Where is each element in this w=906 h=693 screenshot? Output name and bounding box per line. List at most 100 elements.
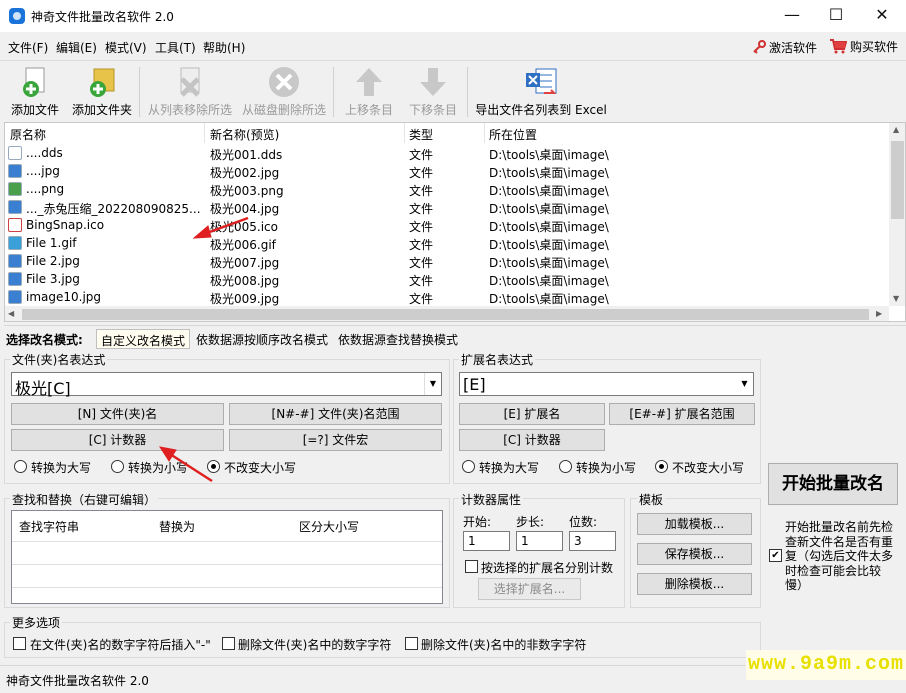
- ext-lowercase-radio[interactable]: [559, 460, 572, 473]
- column-location[interactable]: 所在位置: [489, 126, 537, 143]
- dropdown-arrow-icon[interactable]: ▼: [424, 373, 441, 395]
- table-row[interactable]: ....dds 极光001.dds 文件 D:\tools\桌面\image\: [5, 144, 889, 162]
- move-down-button[interactable]: 下移条目: [404, 61, 462, 121]
- dropdown-arrow-icon[interactable]: ▼: [736, 373, 753, 395]
- insert-ext-button[interactable]: [E] 扩展名: [459, 403, 605, 425]
- table-row[interactable]: ..._赤兔压缩_202208090825... 极光004.jpg 文件 D:\to…: [5, 198, 889, 216]
- column-new-name[interactable]: 新名称(预览): [210, 126, 279, 143]
- jpg-file-icon: [8, 290, 22, 304]
- scroll-thumb[interactable]: [891, 141, 904, 219]
- insert-macro-button[interactable]: [=?] 文件宏: [229, 429, 442, 451]
- insert-name-range-button[interactable]: [N#-#] 文件(夹)名范围: [229, 403, 442, 425]
- add-file-button[interactable]: 添加文件: [6, 61, 64, 121]
- vertical-scrollbar[interactable]: ▲ ▼: [889, 123, 905, 306]
- add-file-label: 添加文件: [10, 103, 59, 117]
- hscroll-thumb[interactable]: [22, 309, 869, 320]
- ext-keepcase-label: 不改变大小写: [672, 461, 745, 475]
- table-row[interactable]: image10.jpg 极光009.jpg 文件 D:\tools\桌面\image\: [5, 288, 889, 306]
- cell-location: D:\tools\桌面\image\: [489, 148, 609, 162]
- table-row[interactable]: BingSnap.ico 极光005.ico 文件 D:\tools\桌面\image…: [5, 216, 889, 234]
- find-column-header[interactable]: 查找字符串: [19, 518, 79, 535]
- scroll-right-arrow-icon[interactable]: ▶: [876, 309, 882, 318]
- cell-type: 文件: [409, 220, 434, 234]
- delete-from-disk-button[interactable]: 从磁盘删除所选: [240, 61, 328, 121]
- column-original-name[interactable]: 原名称: [10, 126, 46, 143]
- move-up-button[interactable]: 上移条目: [340, 61, 398, 121]
- menu-edit[interactable]: 编辑(E): [56, 39, 97, 56]
- column-type[interactable]: 类型: [409, 126, 433, 143]
- load-template-button[interactable]: 加载模板...: [637, 513, 752, 535]
- table-row[interactable]: File 2.jpg 极光007.jpg 文件 D:\tools\桌面\image\: [5, 252, 889, 270]
- scroll-up-arrow-icon[interactable]: ▲: [893, 125, 899, 134]
- add-folder-label: 添加文件夹: [71, 103, 132, 117]
- cell-location: D:\tools\桌面\image\: [489, 256, 609, 270]
- file-list[interactable]: 原名称 新名称(预览) 类型 所在位置 ....dds 极光001.dds 文件 D:…: [4, 122, 906, 322]
- replace-column-header[interactable]: 替换为: [159, 518, 195, 535]
- excel-icon: [524, 65, 558, 99]
- table-row[interactable]: File 3.jpg 极光008.jpg 文件 D:\tools\桌面\image\: [5, 270, 889, 288]
- name-uppercase-radio[interactable]: [14, 460, 27, 473]
- save-template-button[interactable]: 保存模板...: [637, 543, 752, 565]
- menu-help[interactable]: 帮助(H): [203, 39, 245, 56]
- cell-location: D:\tools\桌面\image\: [489, 202, 609, 216]
- remove-from-list-button[interactable]: 从列表移除所选: [146, 61, 234, 121]
- find-replace-table[interactable]: 查找字符串 替换为 区分大小写: [11, 510, 443, 604]
- delete-digits-checkbox[interactable]: [222, 637, 235, 650]
- move-up-label: 上移条目: [344, 103, 393, 117]
- menu-file[interactable]: 文件(F): [8, 39, 48, 56]
- insert-counter-button[interactable]: [C] 计数器: [11, 429, 224, 451]
- cell-type: 文件: [409, 238, 434, 252]
- table-row[interactable]: File 1.gif 极光006.gif 文件 D:\tools\桌面\image\: [5, 234, 889, 252]
- check-duplicates-checkbox[interactable]: ✔: [769, 549, 782, 562]
- name-expression-input[interactable]: 极光[C] ▼: [11, 372, 442, 398]
- check-duplicates-line: 时检查可能会比较: [785, 563, 882, 578]
- cell-original: ..._赤兔压缩_202208090825...: [26, 202, 201, 216]
- name-keepcase-radio[interactable]: [207, 460, 220, 473]
- menu-mode[interactable]: 模式(V): [105, 39, 147, 56]
- add-folder-icon: [85, 65, 119, 99]
- check-duplicates-line: 开始批量改名前先检: [785, 520, 894, 534]
- name-lowercase-radio[interactable]: [111, 460, 124, 473]
- delete-template-button[interactable]: 删除模板...: [637, 573, 752, 595]
- insert-name-button[interactable]: [N] 文件(夹)名: [11, 403, 224, 425]
- counter-step-input[interactable]: 1: [516, 531, 563, 551]
- scroll-down-arrow-icon[interactable]: ▼: [893, 294, 899, 303]
- match-case-column-header[interactable]: 区分大小写: [299, 518, 359, 535]
- start-rename-button[interactable]: 开始批量改名: [768, 463, 898, 505]
- cell-new: 极光005.ico: [210, 220, 278, 234]
- table-row[interactable]: ....jpg 极光002.jpg 文件 D:\tools\桌面\image\: [5, 162, 889, 180]
- activate-label: 激活软件: [769, 40, 818, 55]
- add-folder-button[interactable]: 添加文件夹: [70, 61, 134, 121]
- delete-nondigits-checkbox[interactable]: [405, 637, 418, 650]
- close-button[interactable]: ✕: [859, 0, 905, 32]
- cell-location: D:\tools\桌面\image\: [489, 184, 609, 198]
- more-options-title: 更多选项: [10, 614, 63, 631]
- column-separator: [204, 123, 205, 143]
- ext-keepcase-radio[interactable]: [655, 460, 668, 473]
- table-row[interactable]: ....png 极光003.png 文件 D:\tools\桌面\image\: [5, 180, 889, 198]
- scroll-left-arrow-icon[interactable]: ◀: [8, 309, 14, 318]
- activate-link[interactable]: 激活软件: [752, 38, 817, 56]
- insert-ext-range-button[interactable]: [E#-#] 扩展名范围: [609, 403, 755, 425]
- minimize-button[interactable]: —: [769, 0, 815, 32]
- cell-type: 文件: [409, 184, 434, 198]
- insert-dash-checkbox[interactable]: [13, 637, 26, 650]
- tab-custom-mode[interactable]: 自定义改名模式: [96, 329, 191, 349]
- maximize-button[interactable]: ☐: [813, 0, 859, 32]
- png-file-icon: [8, 182, 22, 196]
- ext-uppercase-radio[interactable]: [462, 460, 475, 473]
- export-excel-button[interactable]: 导出文件名列表到 Excel: [474, 61, 608, 121]
- insert-ext-counter-button[interactable]: [C] 计数器: [459, 429, 605, 451]
- horizontal-scrollbar[interactable]: ◀ ▶: [5, 306, 889, 321]
- counter-start-input[interactable]: 1: [463, 531, 510, 551]
- tab-datasource-order-mode[interactable]: 依数据源按顺序改名模式: [192, 329, 332, 349]
- select-ext-button[interactable]: 选择扩展名...: [478, 578, 581, 600]
- count-by-ext-checkbox[interactable]: [465, 560, 478, 573]
- counter-digits-input[interactable]: 3: [569, 531, 616, 551]
- tab-datasource-replace-mode[interactable]: 依数据源查找替换模式: [334, 329, 462, 349]
- delete-digits-label: 删除文件(夹)名中的数字字符: [238, 638, 392, 652]
- ext-expression-input[interactable]: [E] ▼: [459, 372, 754, 396]
- buy-link[interactable]: 购买软件: [829, 37, 898, 55]
- menu-tools[interactable]: 工具(T): [155, 39, 196, 56]
- cell-new: 极光006.gif: [210, 238, 276, 252]
